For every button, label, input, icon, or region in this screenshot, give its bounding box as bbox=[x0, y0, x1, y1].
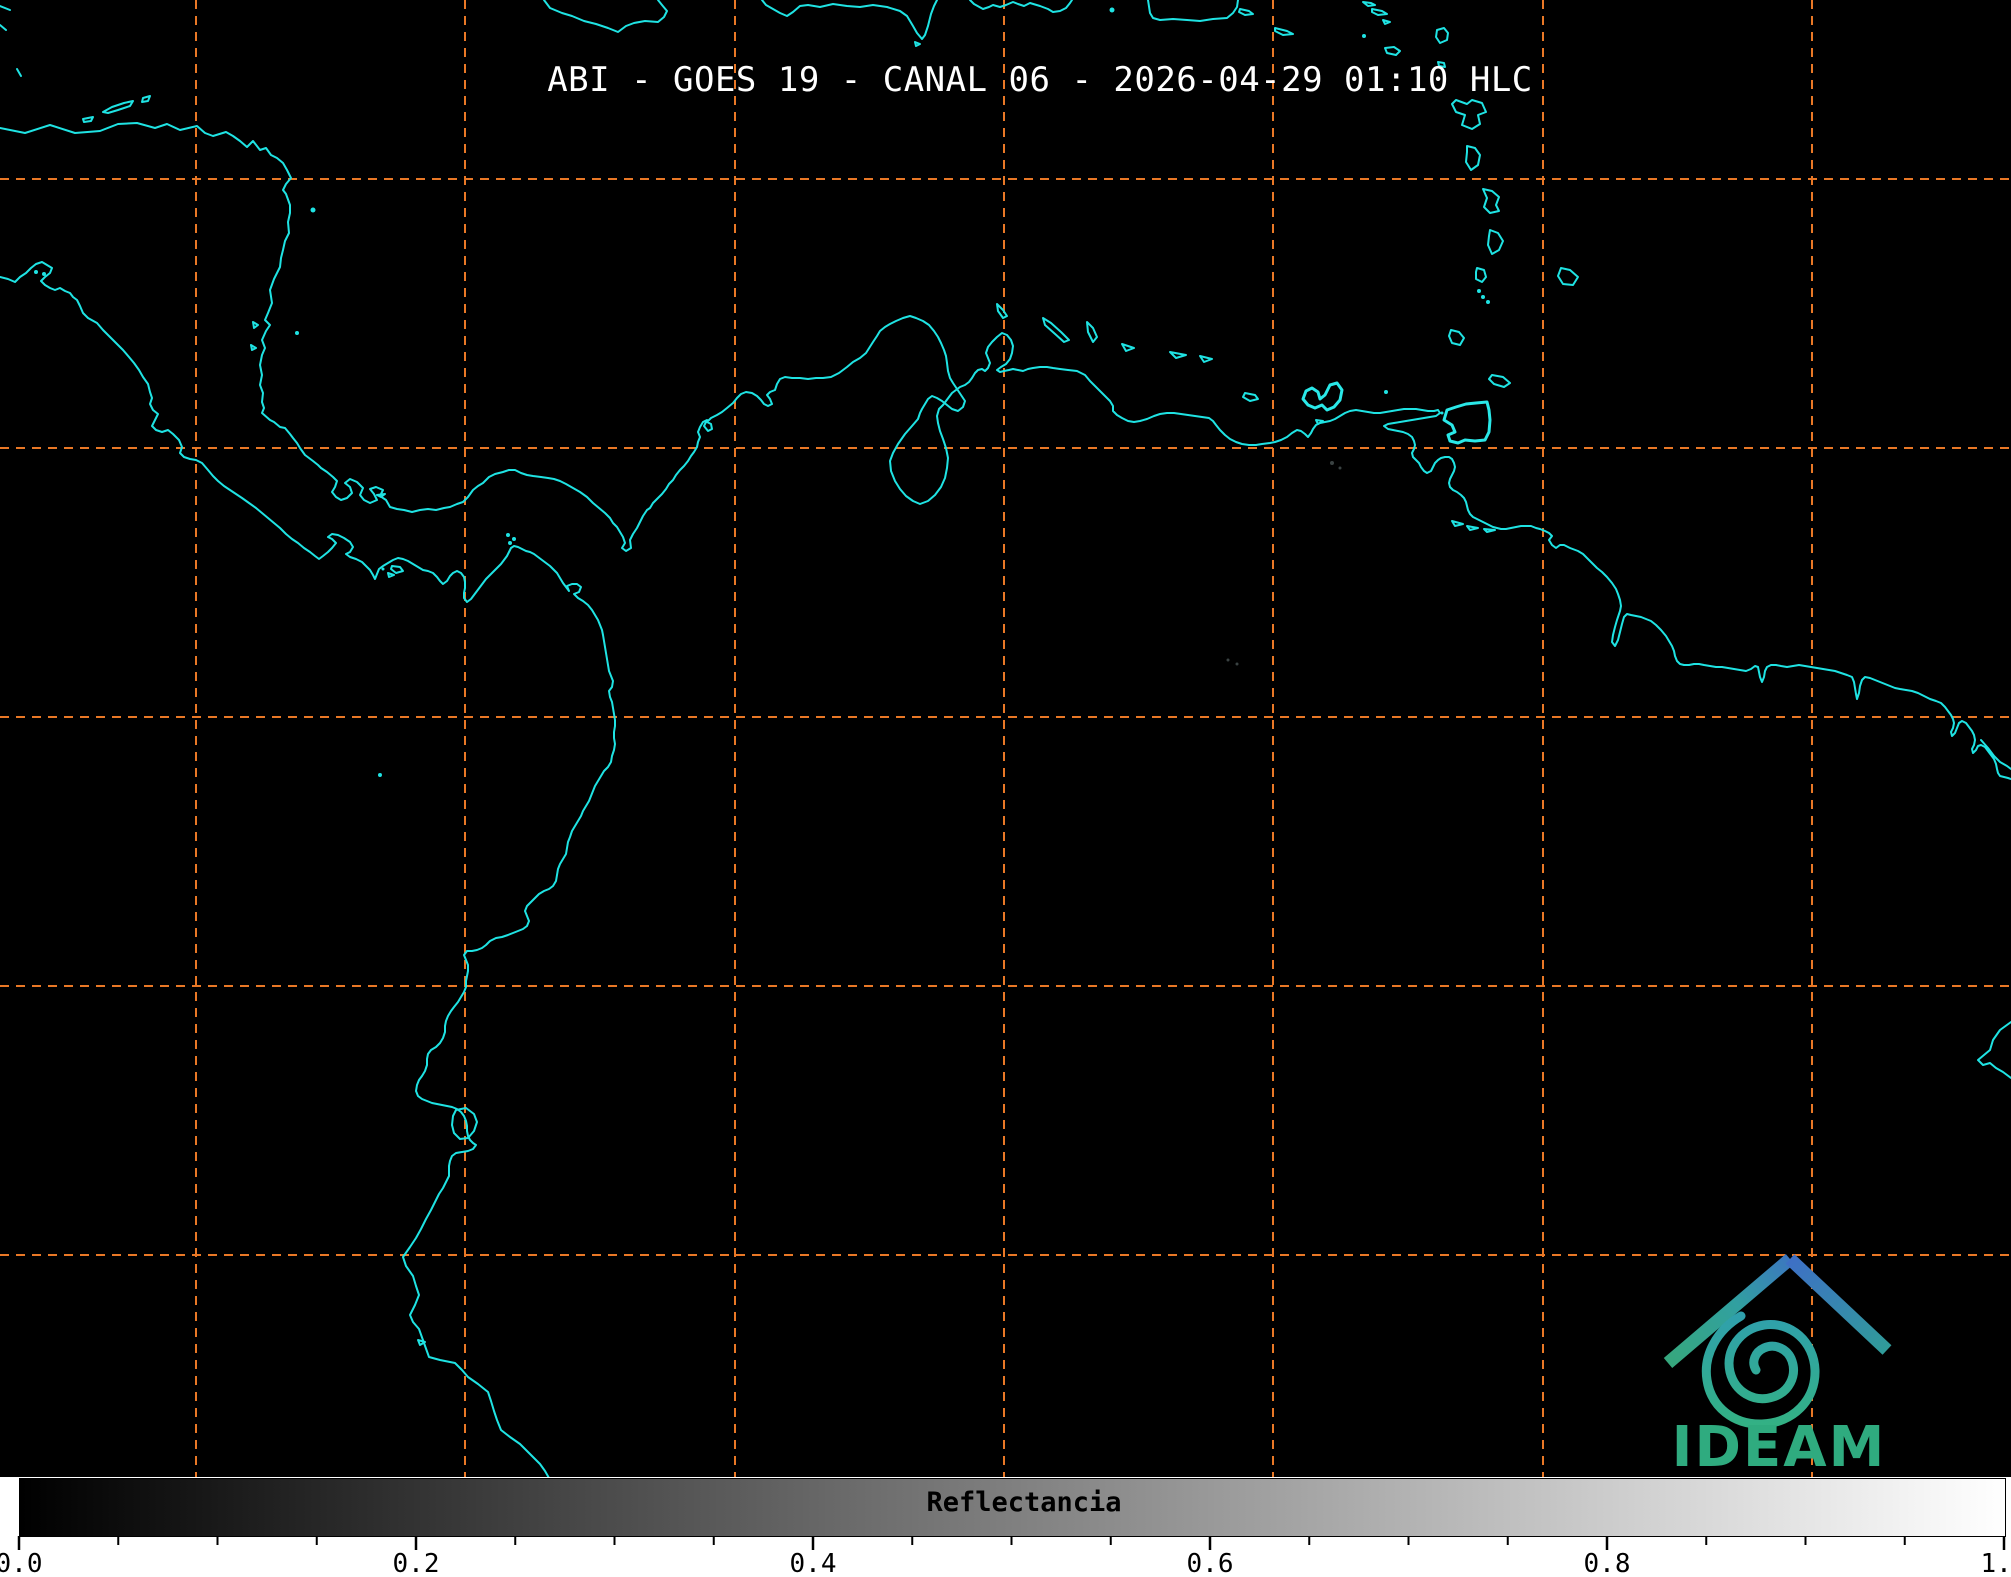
island-st-vincent bbox=[1475, 267, 1487, 283]
island-dragons-mouth bbox=[1440, 411, 1444, 415]
island-los-roques-1 bbox=[1121, 343, 1135, 352]
island-bocas bbox=[376, 493, 386, 498]
delta-islet-3 bbox=[1483, 528, 1496, 533]
island-pearl-lagoon-2 bbox=[250, 344, 257, 351]
island-utila bbox=[82, 116, 94, 123]
logo-hurricane-spiral bbox=[1701, 1311, 1820, 1429]
colorbar-area: Reflectancia 0.00.20.40.60.81.0 bbox=[0, 1477, 2011, 1577]
island-hispaniola-west bbox=[761, 0, 938, 40]
island-hispaniola-east bbox=[969, 0, 1073, 13]
island-bonaire bbox=[1086, 321, 1098, 343]
map-canvas: IDEAM bbox=[0, 0, 2011, 1477]
island-guadeloupe bbox=[1451, 99, 1487, 130]
island-st-lucia bbox=[1487, 229, 1504, 255]
island-trinidad bbox=[1442, 400, 1492, 445]
coastline-pacific bbox=[0, 261, 616, 1477]
island-grenada bbox=[1448, 329, 1465, 346]
coastline-amapa-fragment bbox=[1977, 1021, 2011, 1079]
island-pearl-1 bbox=[506, 533, 510, 537]
island-st-martin bbox=[1362, 1, 1376, 7]
island-fonseca-1 bbox=[34, 270, 38, 274]
island-saba bbox=[1362, 34, 1366, 38]
island-hispaniola-tiny bbox=[914, 41, 921, 47]
image-title: ABI - GOES 19 - CANAL 06 - 2026-04-29 01… bbox=[547, 60, 1533, 100]
ideam-logo: IDEAM bbox=[1663, 1254, 1892, 1477]
island-cebaco bbox=[387, 572, 395, 578]
island-barbados bbox=[1557, 267, 1579, 286]
coast-fragment-nw-2 bbox=[0, 24, 7, 31]
island-antigua bbox=[1435, 27, 1449, 44]
island-coiba bbox=[390, 565, 404, 574]
island-dominica bbox=[1465, 145, 1481, 171]
latlon-grid bbox=[0, 0, 2011, 1477]
satellite-image: IDEAM ABI - GOES 19 - CANAL 06 - 2026-04… bbox=[0, 0, 2011, 1577]
cloud-speck bbox=[1330, 461, 1334, 465]
island-pearl-3 bbox=[508, 541, 512, 545]
colorbar-tick-label: 0.0 bbox=[0, 1549, 43, 1577]
coastline-caribbean-mainland bbox=[0, 122, 2011, 780]
island-st-croix bbox=[1274, 27, 1294, 36]
delta-islet-2 bbox=[1466, 525, 1479, 531]
island-vieques bbox=[1238, 8, 1254, 16]
cloud-speck bbox=[1338, 466, 1342, 470]
coast-fragment-nw-1 bbox=[0, 5, 11, 11]
island-margarita bbox=[1301, 381, 1344, 412]
coastlines bbox=[0, 0, 2011, 1477]
island-tobago bbox=[1488, 374, 1511, 388]
island-providencia bbox=[310, 207, 316, 213]
island-chiriqui bbox=[381, 567, 385, 571]
island-fonseca-2 bbox=[42, 272, 46, 276]
colorbar-tick-label: 0.2 bbox=[392, 1549, 440, 1577]
island-curacao bbox=[1042, 317, 1070, 343]
colorbar-ticks bbox=[17, 1536, 2006, 1550]
delta-islet-1 bbox=[1451, 520, 1464, 527]
island-grenadine-3 bbox=[1486, 300, 1490, 304]
island-pearl-2 bbox=[512, 537, 516, 541]
island-jamaica bbox=[543, 0, 668, 33]
island-beata bbox=[1109, 7, 1115, 13]
island-martinique bbox=[1482, 188, 1500, 214]
cloud-speck bbox=[1235, 662, 1239, 666]
island-la-tortuga bbox=[1242, 392, 1259, 402]
island-puerto-rico bbox=[1147, 0, 1239, 22]
island-barbuda bbox=[1384, 46, 1401, 56]
island-orchila bbox=[1199, 355, 1213, 363]
colorbar-tick-label: 1.0 bbox=[1980, 1549, 2011, 1577]
island-corn bbox=[295, 331, 299, 335]
island-grenadine-1 bbox=[1477, 289, 1481, 293]
island-los-roques-2 bbox=[1169, 351, 1187, 359]
cloud-speck bbox=[1226, 658, 1230, 662]
island-grenadine-2 bbox=[1481, 295, 1485, 299]
colorbar-tick-label: 0.4 bbox=[789, 1549, 837, 1577]
island-blanquilla bbox=[1384, 390, 1388, 394]
island-pearl-lagoon-1 bbox=[252, 321, 259, 329]
colorbar-tick-label: 0.8 bbox=[1583, 1549, 1631, 1577]
colorbar-tick-label: 0.6 bbox=[1186, 1549, 1234, 1577]
island-aruba bbox=[996, 303, 1008, 319]
island-st-barth bbox=[1382, 19, 1391, 25]
island-malpelo bbox=[378, 773, 382, 777]
island-anguilla bbox=[1371, 8, 1388, 16]
logo-text: IDEAM bbox=[1672, 1415, 1887, 1477]
island-roatan bbox=[102, 100, 134, 114]
